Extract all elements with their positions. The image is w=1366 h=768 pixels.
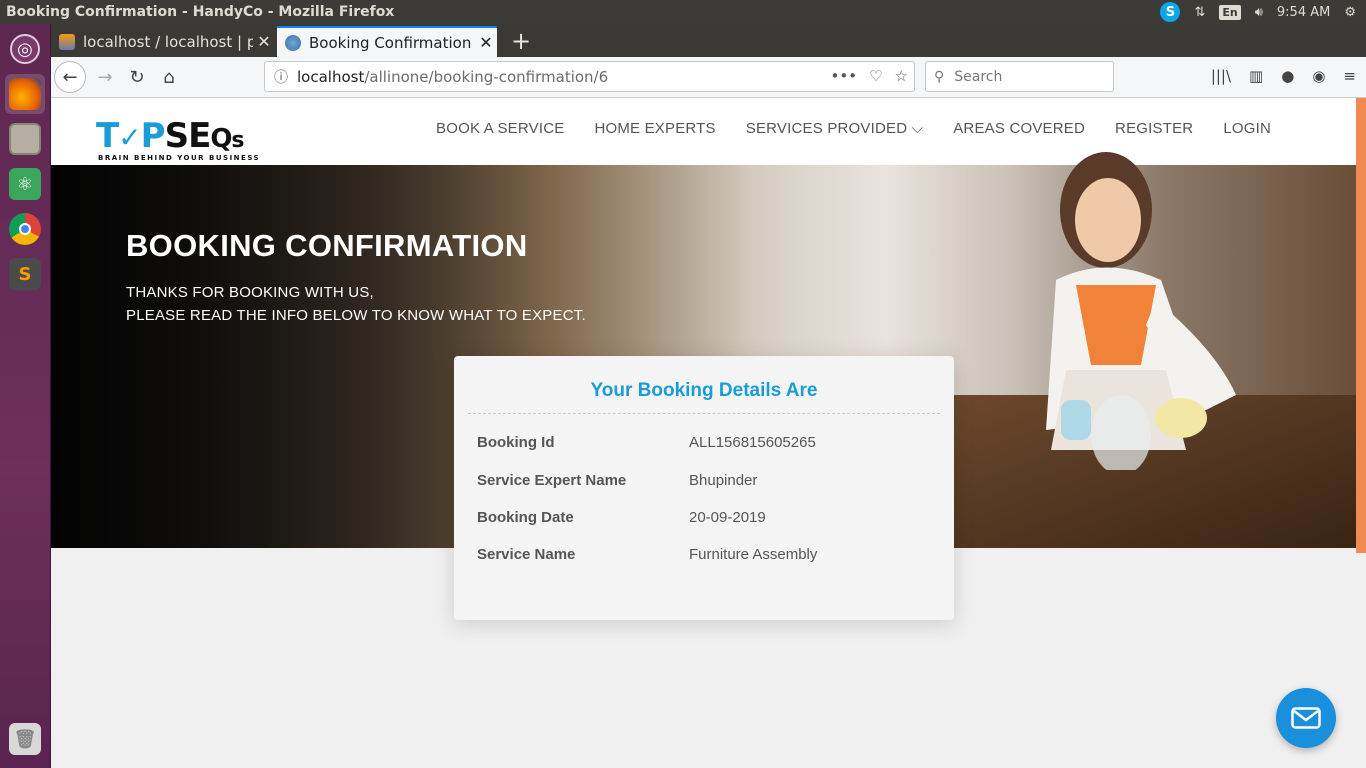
tab-label: Booking Confirmation - — [309, 33, 475, 52]
launcher-atom[interactable]: ⚛ — [5, 164, 45, 204]
reload-button[interactable]: ↻ — [121, 61, 153, 93]
window-title: Booking Confirmation - HandyCo - Mozilla… — [6, 4, 395, 20]
detail-label: Service Name — [477, 546, 576, 563]
chrome-icon — [9, 213, 41, 245]
launcher-chrome[interactable] — [5, 209, 45, 249]
detail-value: Furniture Assembly — [689, 546, 818, 563]
skype-icon[interactable]: S — [1160, 2, 1181, 22]
globe-favicon-icon — [285, 34, 301, 51]
booking-details-card: Your Booking Details Are Booking Id ALL1… — [454, 356, 954, 620]
menu-register[interactable]: REGISTER — [1115, 120, 1193, 137]
envelope-icon — [1291, 707, 1321, 729]
detail-value: Bhupinder — [689, 472, 758, 489]
keyboard-layout-indicator[interactable]: En — [1219, 4, 1241, 20]
main-menu: BOOK A SERVICE HOME EXPERTS SERVICES PRO… — [436, 120, 1271, 137]
site-info-icon[interactable]: ⓘ — [265, 67, 297, 87]
contact-message-button[interactable] — [1276, 688, 1336, 748]
dash-button[interactable]: ◎ — [5, 29, 45, 69]
logo-tagline: BRAIN BEHIND YOUR BUSINESS — [98, 154, 261, 162]
menu-login[interactable]: LOGIN — [1223, 120, 1271, 137]
phpmyadmin-favicon-icon — [59, 33, 75, 50]
pocket-icon[interactable]: ♡ — [869, 67, 882, 85]
page-scrollbar[interactable] — [1356, 98, 1366, 768]
ubuntu-logo-icon: ◎ — [10, 34, 40, 64]
detail-row-service-name: Service Name Furniture Assembly — [477, 546, 937, 563]
url-path: /allinone/booking-confirmation/6 — [364, 67, 609, 86]
launcher-firefox[interactable] — [5, 74, 45, 114]
network-icon[interactable]: ⇅ — [1194, 5, 1205, 20]
booking-details-title: Your Booking Details Are — [590, 380, 818, 401]
library-icon[interactable]: |||\ — [1211, 67, 1231, 85]
detail-value: 20-09-2019 — [689, 509, 766, 526]
tab-close-icon[interactable]: ✕ — [253, 32, 275, 51]
search-placeholder: Search — [954, 68, 1003, 85]
files-icon — [9, 123, 41, 155]
menu-services-provided[interactable]: SERVICES PROVIDED ⌵ — [746, 120, 923, 137]
scrollbar-thumb[interactable] — [1356, 98, 1366, 553]
sublime-text-icon: S — [9, 258, 41, 290]
extension-icon[interactable]: ● — [1281, 67, 1294, 85]
home-button[interactable]: ⌂ — [153, 61, 185, 93]
detail-label: Booking Date — [477, 509, 574, 526]
trash-icon: 🗑︎ — [9, 723, 41, 755]
ubuntu-launcher: ◎ ⚛ S 🗑︎ — [0, 24, 51, 768]
detail-label: Service Expert Name — [477, 472, 627, 489]
detail-row-booking-id: Booking Id ALL156815605265 — [477, 434, 937, 451]
url-bar[interactable]: ⓘ localhost/allinone/booking-confirmatio… — [264, 61, 915, 92]
tab-phpmyadmin[interactable]: localhost / localhost | ph ✕ — [51, 26, 275, 57]
system-tray: S ⇅ En 🔊︎ 9:54 AM ⚙ — [1160, 0, 1366, 24]
divider — [468, 413, 940, 414]
bookmark-star-icon[interactable]: ☆ — [895, 67, 908, 85]
sidebar-icon[interactable]: ▥ — [1249, 67, 1263, 85]
launcher-files[interactable] — [5, 119, 45, 159]
hero-subtitle-line-2: PLEASE READ THE INFO BELOW TO KNOW WHAT … — [126, 307, 586, 324]
detail-label: Booking Id — [477, 434, 555, 451]
launcher-trash[interactable]: 🗑︎ — [5, 719, 45, 759]
browser-nav-bar: ← → ↻ ⌂ ⓘ localhost/allinone/booking-con… — [51, 57, 1366, 98]
new-tab-button[interactable]: + — [506, 26, 536, 56]
hero-subtitle-line-1: THANKS FOR BOOKING WITH US, — [126, 284, 374, 301]
tab-close-icon[interactable]: ✕ — [475, 33, 497, 52]
browser-tab-bar: localhost / localhost | ph ✕ Booking Con… — [51, 24, 1366, 57]
firefox-icon — [9, 78, 41, 110]
settings-gear-icon[interactable]: ⚙ — [1344, 5, 1356, 20]
clock[interactable]: 9:54 AM — [1277, 5, 1330, 20]
atom-icon: ⚛ — [9, 168, 41, 200]
web-page: T✓PSEQs BRAIN BEHIND YOUR BUSINESS BOOK … — [51, 98, 1356, 768]
hero-woman-cleaning-image — [1046, 152, 1236, 470]
search-input[interactable]: ⚲ Search — [925, 61, 1114, 92]
menu-book-a-service[interactable]: BOOK A SERVICE — [436, 120, 564, 137]
url-host: localhost — [297, 67, 365, 86]
menu-hamburger-icon[interactable]: ≡ — [1343, 67, 1356, 85]
volume-icon[interactable]: 🔊︎ — [1255, 5, 1263, 20]
detail-row-booking-date: Booking Date 20-09-2019 — [477, 509, 937, 526]
page-actions-icon[interactable]: ••• — [831, 67, 858, 85]
account-icon[interactable]: ◉ — [1312, 67, 1325, 85]
forward-button[interactable]: → — [89, 61, 121, 93]
menu-home-experts[interactable]: HOME EXPERTS — [594, 120, 715, 137]
tab-label: localhost / localhost | ph — [83, 32, 253, 51]
hero-subtitle: THANKS FOR BOOKING WITH US, PLEASE READ … — [126, 281, 586, 327]
search-icon: ⚲ — [934, 68, 945, 85]
page-title: BOOKING CONFIRMATION — [126, 228, 528, 263]
launcher-sublime[interactable]: S — [5, 254, 45, 294]
detail-value: ALL156815605265 — [689, 434, 816, 451]
os-top-bar: Booking Confirmation - HandyCo - Mozilla… — [0, 0, 1366, 24]
site-logo[interactable]: T✓PSEQs BRAIN BEHIND YOUR BUSINESS — [96, 118, 286, 163]
back-button[interactable]: ← — [54, 61, 86, 93]
menu-areas-covered[interactable]: AREAS COVERED — [953, 120, 1085, 137]
detail-row-expert-name: Service Expert Name Bhupinder — [477, 472, 937, 489]
tab-booking-confirmation[interactable]: Booking Confirmation - ✕ — [277, 26, 497, 57]
